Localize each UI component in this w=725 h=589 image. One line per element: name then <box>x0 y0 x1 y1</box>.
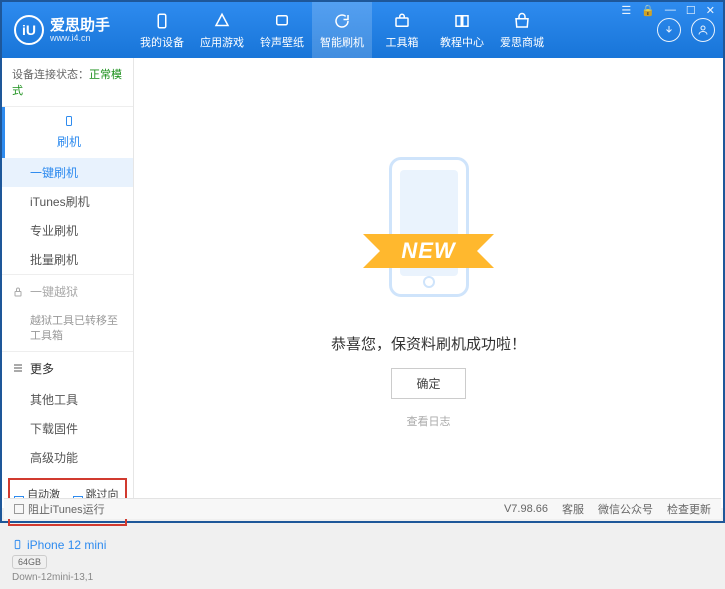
nav-tutorial[interactable]: 教程中心 <box>432 2 492 58</box>
success-message: 恭喜您，保资料刷机成功啦！ <box>331 333 526 354</box>
sidebar-item-advanced[interactable]: 高级功能 <box>2 443 133 472</box>
phone-icon <box>63 115 75 127</box>
sidebar-item-download-firmware[interactable]: 下载固件 <box>2 414 133 443</box>
nav-shop[interactable]: 爱思商城 <box>492 2 552 58</box>
check-update-link[interactable]: 检查更新 <box>667 501 711 517</box>
app-name: 爱思助手 <box>50 18 110 33</box>
maximize-icon[interactable]: ☐ <box>686 4 696 17</box>
ringtone-icon <box>272 11 292 31</box>
view-log-link[interactable]: 查看日志 <box>407 413 451 429</box>
minimize-icon[interactable]: — <box>665 4 676 17</box>
phone-icon <box>152 11 172 31</box>
status-bar: 阻止iTunes运行 V7.98.66 客服 微信公众号 检查更新 <box>4 498 721 519</box>
phone-icon <box>12 539 23 550</box>
success-illustration: NEW <box>329 137 529 317</box>
refresh-icon <box>332 11 352 31</box>
menu-icon[interactable]: ☰ <box>621 4 631 17</box>
nav-ringtone[interactable]: 铃声壁纸 <box>252 2 312 58</box>
nav-label: 爱思商城 <box>500 34 544 50</box>
version-label: V7.98.66 <box>504 503 548 515</box>
logo-icon: iU <box>14 15 44 45</box>
checkbox-icon <box>14 504 24 514</box>
jailbreak-note: 越狱工具已转移至工具箱 <box>2 308 133 351</box>
window-controls: ☰ 🔒 — ☐ ✕ <box>621 4 715 17</box>
wechat-link[interactable]: 微信公众号 <box>598 501 653 517</box>
list-icon <box>12 362 24 374</box>
sidebar-item-batch-flash[interactable]: 批量刷机 <box>2 245 133 274</box>
nav-toolbox[interactable]: 工具箱 <box>372 2 432 58</box>
top-bar: iU 爱思助手 www.i4.cn 我的设备 应用游戏 铃声壁纸 智能刷机 工具… <box>2 2 723 58</box>
sidebar-item-oneclick-flash[interactable]: 一键刷机 <box>2 158 133 187</box>
top-right-actions <box>657 18 723 42</box>
connection-status: 设备连接状态：正常模式 <box>2 58 133 106</box>
sidebar-section-more[interactable]: 更多 <box>2 352 133 385</box>
lock-icon <box>12 286 24 298</box>
sidebar-item-pro-flash[interactable]: 专业刷机 <box>2 216 133 245</box>
phone-illustration-icon <box>389 157 469 297</box>
device-identifier: Down-12mini-13,1 <box>12 572 123 583</box>
sidebar-section-jailbreak[interactable]: 一键越狱 <box>2 275 133 308</box>
app-url: www.i4.cn <box>50 33 110 43</box>
nav-label: 铃声壁纸 <box>260 34 304 50</box>
apps-icon <box>212 11 232 31</box>
device-name-text: iPhone 12 mini <box>27 538 106 552</box>
nav-apps[interactable]: 应用游戏 <box>192 2 252 58</box>
book-icon <box>452 11 472 31</box>
nav-my-device[interactable]: 我的设备 <box>132 2 192 58</box>
toolbox-icon <box>392 11 412 31</box>
download-icon[interactable] <box>657 18 681 42</box>
nav-label: 我的设备 <box>140 34 184 50</box>
device-capacity: 64GB <box>12 555 47 569</box>
nav-label: 智能刷机 <box>320 34 364 50</box>
nav-label: 应用游戏 <box>200 34 244 50</box>
nav-label: 教程中心 <box>440 34 484 50</box>
new-ribbon: NEW <box>383 234 473 268</box>
app-logo[interactable]: iU 爱思助手 www.i4.cn <box>2 15 132 45</box>
device-info[interactable]: iPhone 12 mini 64GB Down-12mini-13,1 <box>2 532 133 589</box>
support-link[interactable]: 客服 <box>562 501 584 517</box>
lock-icon[interactable]: 🔒 <box>641 4 655 17</box>
sidebar-item-other-tools[interactable]: 其他工具 <box>2 385 133 414</box>
main-nav: 我的设备 应用游戏 铃声壁纸 智能刷机 工具箱 教程中心 爱思商城 <box>132 2 657 58</box>
nav-label: 工具箱 <box>386 34 419 50</box>
nav-flash[interactable]: 智能刷机 <box>312 2 372 58</box>
sidebar-item-itunes-flash[interactable]: iTunes刷机 <box>2 187 133 216</box>
main-content: NEW 恭喜您，保资料刷机成功啦！ 确定 查看日志 <box>134 58 723 508</box>
sidebar-section-flash[interactable]: 刷机 <box>2 107 133 158</box>
checkbox-block-itunes[interactable]: 阻止iTunes运行 <box>14 501 105 517</box>
shop-icon <box>512 11 532 31</box>
user-icon[interactable] <box>691 18 715 42</box>
sidebar: 设备连接状态：正常模式 刷机 一键刷机 iTunes刷机 专业刷机 批量刷机 一… <box>2 58 134 508</box>
close-icon[interactable]: ✕ <box>706 4 715 17</box>
ok-button[interactable]: 确定 <box>391 368 465 399</box>
